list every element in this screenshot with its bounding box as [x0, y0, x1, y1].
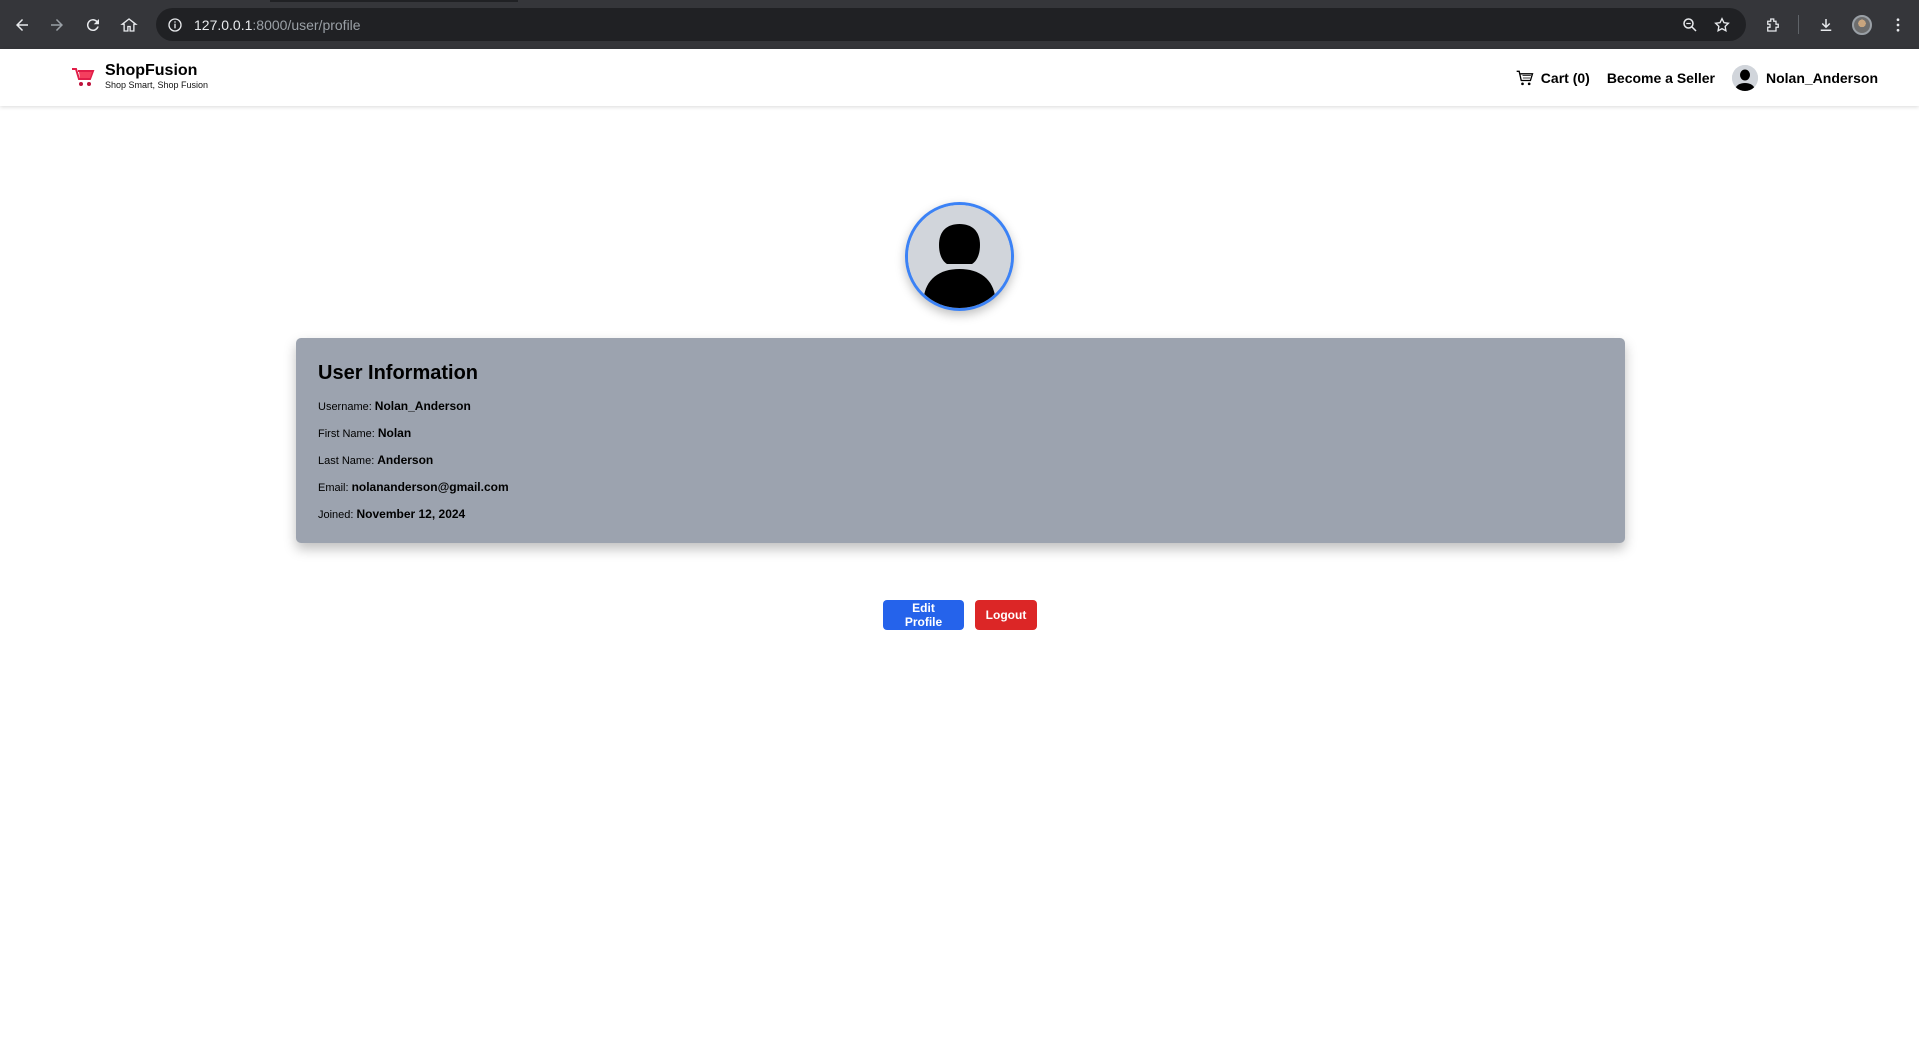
- email-value: nolananderson@gmail.com: [351, 480, 509, 494]
- cart-icon: [1516, 70, 1534, 86]
- shopping-cart-logo-icon: [72, 67, 95, 86]
- logout-button[interactable]: Logout: [975, 600, 1037, 630]
- back-arrow-icon: [16, 19, 28, 31]
- url-host: 127.0.0.1: [194, 16, 253, 33]
- site-info-icon[interactable]: [164, 14, 186, 36]
- become-seller-label: Become a Seller: [1606, 70, 1715, 86]
- download-icon[interactable]: [1813, 12, 1839, 38]
- address-bar[interactable]: 127.0.0.1:8000/user/profile: [156, 8, 1746, 41]
- edit-profile-button[interactable]: Edit Profile: [883, 600, 964, 630]
- cart-link[interactable]: Cart (0): [1515, 68, 1590, 88]
- site-header: ShopFusion Shop Smart, Shop Fusion Cart …: [0, 49, 1919, 106]
- forward-arrow-icon: [51, 19, 63, 31]
- joined-label: Joined:: [318, 509, 354, 521]
- zoom-icon[interactable]: [1678, 13, 1702, 37]
- url-text: 127.0.0.1:8000/user/profile: [194, 17, 361, 33]
- user-avatar-icon: [1731, 65, 1758, 91]
- username-label: Username:: [318, 401, 372, 413]
- user-information-card: User Information Username: Nolan_Anderso…: [296, 338, 1625, 543]
- toolbar-divider: [1798, 15, 1799, 34]
- header-username: Nolan_Anderson: [1765, 70, 1878, 86]
- home-button[interactable]: [116, 12, 142, 38]
- profile-actions: Edit Profile Logout: [883, 600, 1037, 630]
- extensions-icon[interactable]: [1760, 12, 1786, 38]
- joined-value: November 12, 2024: [356, 507, 466, 521]
- first-name-label: First Name:: [318, 428, 375, 440]
- reload-button[interactable]: [80, 12, 106, 38]
- back-button[interactable]: [9, 12, 35, 38]
- last-name-value: Anderson: [377, 453, 434, 467]
- forward-button[interactable]: [44, 12, 70, 38]
- username-row: Username: Nolan_Anderson: [318, 398, 1603, 425]
- first-name-row: First Name: Nolan: [318, 425, 1603, 452]
- become-seller-link[interactable]: Become a Seller: [1607, 70, 1715, 86]
- user-silhouette-icon: [908, 205, 1011, 308]
- username-value: Nolan_Anderson: [374, 399, 471, 413]
- chrome-profile-avatar-icon: [1852, 15, 1872, 35]
- email-row: Email: nolananderson@gmail.com: [318, 479, 1603, 506]
- chrome-profile-button[interactable]: [1849, 12, 1875, 38]
- reload-icon: [86, 19, 99, 32]
- joined-row: Joined: November 12, 2024: [318, 506, 1603, 533]
- cart-label: Cart (0): [1540, 70, 1590, 86]
- chrome-menu-icon[interactable]: [1885, 12, 1911, 38]
- first-name-value: Nolan: [377, 426, 412, 440]
- home-icon: [120, 18, 138, 32]
- header-nav: Cart (0) Become a Seller Nolan_Anderson: [1498, 63, 1878, 93]
- url-path: :8000/user/profile: [252, 16, 361, 33]
- brand-link[interactable]: ShopFusion Shop Smart, Shop Fusion: [71, 62, 208, 91]
- user-menu[interactable]: Nolan_Anderson: [1731, 65, 1878, 91]
- last-name-label: Last Name:: [318, 455, 375, 467]
- brand-name: ShopFusion: [105, 62, 198, 79]
- active-tab-edge: [270, 0, 518, 2]
- brand-tagline: Shop Smart, Shop Fusion: [105, 80, 209, 90]
- bookmark-star-icon[interactable]: [1710, 13, 1734, 37]
- user-information-title: User Information: [318, 362, 479, 384]
- last-name-row: Last Name: Anderson: [318, 452, 1603, 479]
- profile-avatar: [905, 202, 1014, 311]
- browser-toolbar: 127.0.0.1:8000/user/profile: [0, 0, 1919, 49]
- email-label: Email:: [318, 482, 349, 494]
